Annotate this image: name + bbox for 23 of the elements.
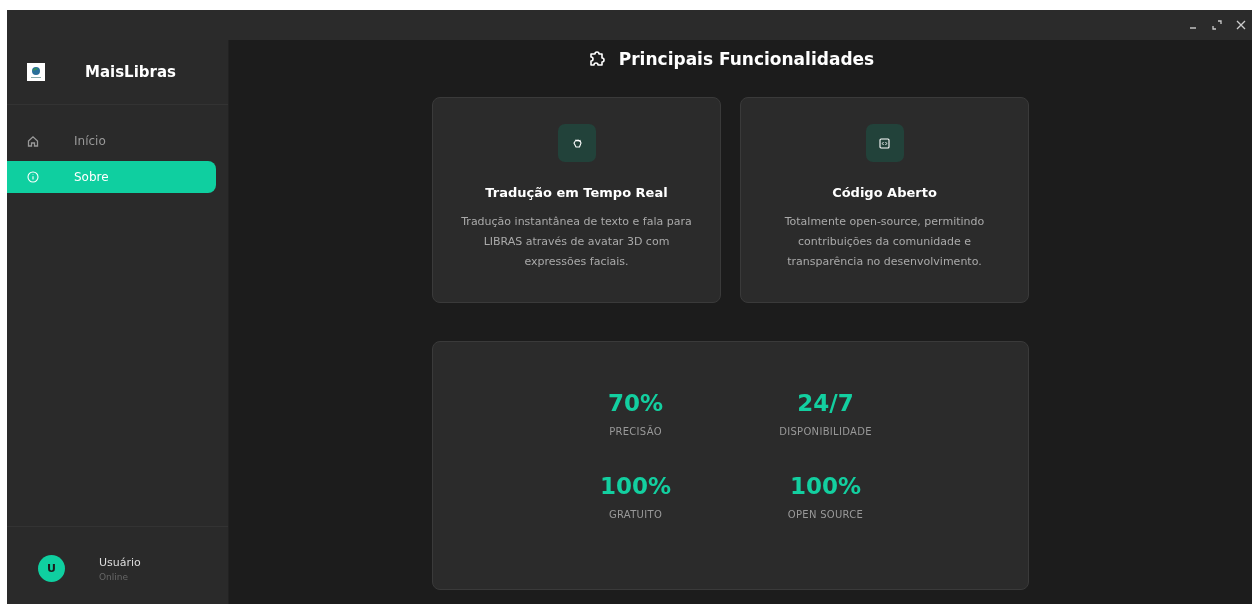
close-icon[interactable] — [1236, 20, 1246, 30]
stat-label: OPEN SOURCE — [787, 509, 864, 520]
stat-label: DISPONIBILIDADE — [779, 426, 872, 437]
info-icon — [27, 171, 39, 183]
user-avatar: U — [38, 555, 65, 582]
stat-label: PRECISÃO — [609, 426, 662, 437]
stat-label: GRATUITO — [608, 509, 663, 520]
feature-title: Tradução em Tempo Real — [485, 185, 668, 200]
stat-value: 24/7 — [797, 390, 854, 416]
stat-value: 100% — [599, 473, 672, 499]
maximize-icon[interactable] — [1212, 20, 1222, 30]
nav-item[interactable]: Início — [7, 125, 216, 157]
app-name: MaisLibras — [85, 63, 176, 81]
code-icon — [879, 137, 890, 149]
feature-title: Código Aberto — [832, 185, 937, 200]
feature-description: Tradução instantânea de texto e fala para LIBRAS através de avatar 3D com expressões faciais. — [460, 214, 693, 270]
stat-value: 70% — [607, 390, 664, 416]
logo-icon — [27, 63, 45, 81]
feature-description: Totalmente open-source, permitindo contribuições da comunidade e transparência no desenvolvimento. — [783, 214, 986, 270]
section-title: Principais Funcionalidades — [618, 49, 875, 69]
user-name: Usuário — [99, 555, 141, 569]
home-icon — [27, 135, 39, 147]
stat-value: 100% — [789, 473, 862, 499]
